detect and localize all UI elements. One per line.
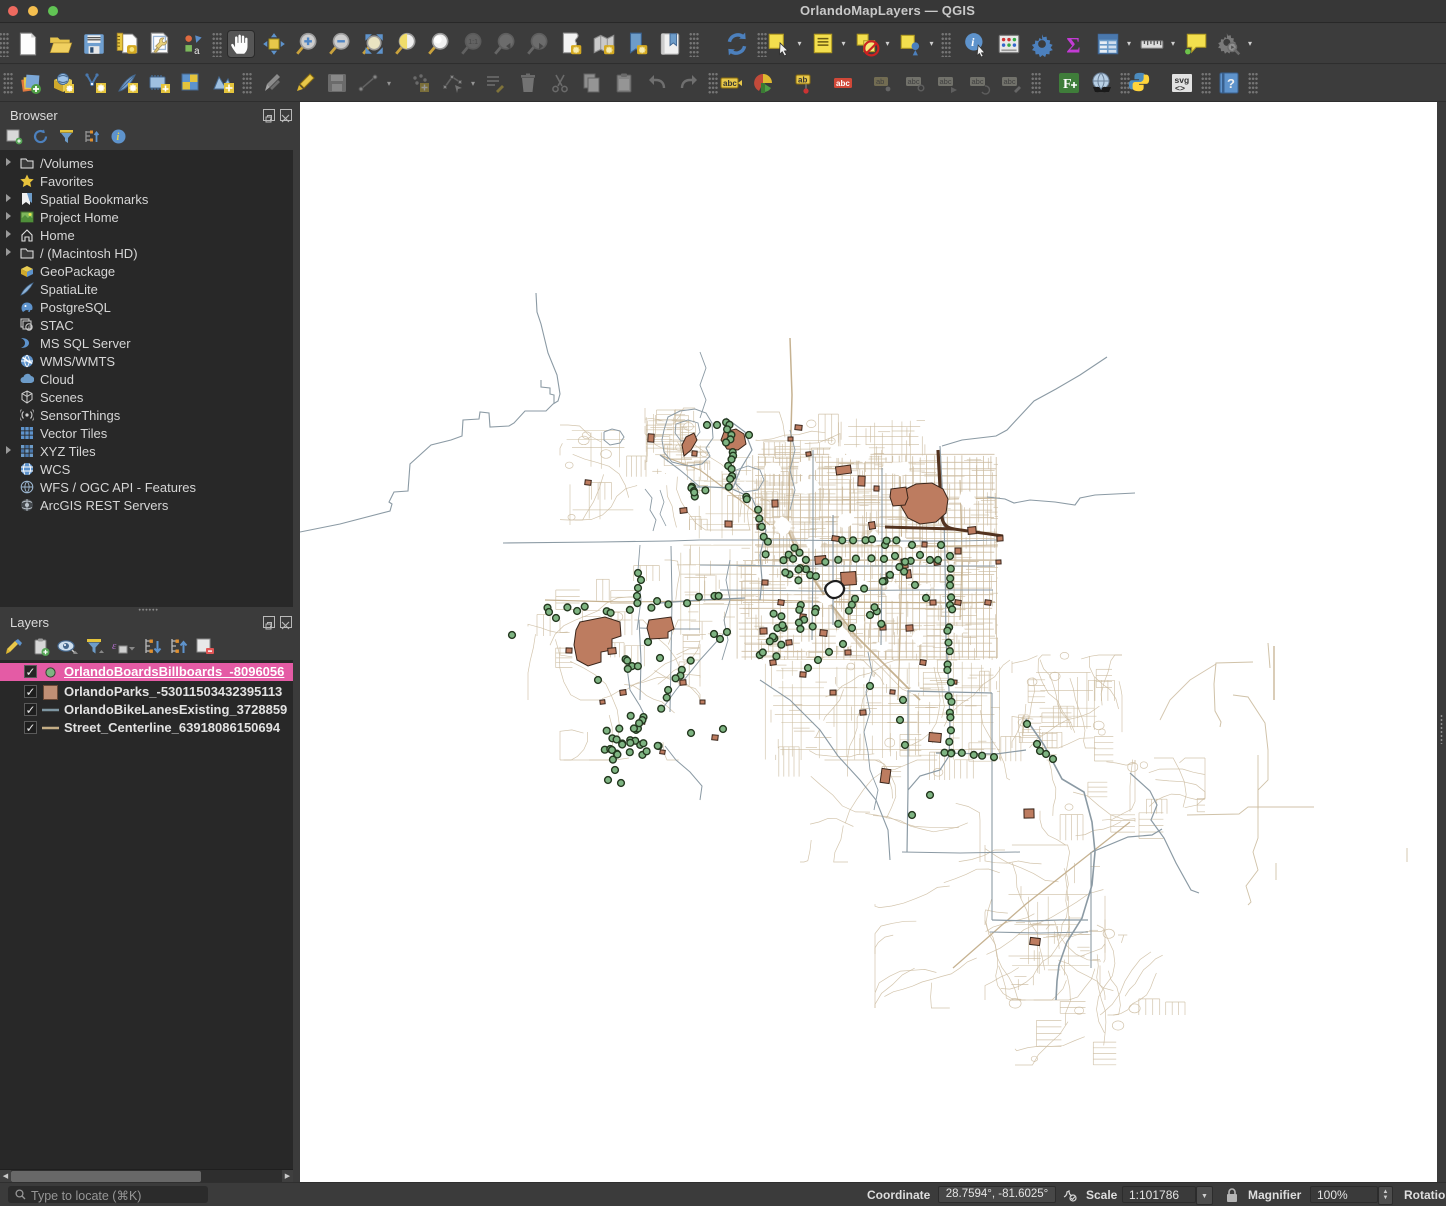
svg-text:ab: ab <box>798 76 807 85</box>
svg-text:abc: abc <box>1004 77 1016 86</box>
svg-text:ab: ab <box>876 77 884 86</box>
svg-text:?: ? <box>1227 76 1235 91</box>
svg-text:abc: abc <box>836 79 850 88</box>
svg-text:abc: abc <box>972 77 984 86</box>
svg-text:Σ: Σ <box>1066 33 1080 56</box>
svg-text:abc: abc <box>908 77 920 86</box>
svg-text:ε: ε <box>112 640 117 652</box>
svg-text:abc: abc <box>723 79 737 88</box>
svg-text:F: F <box>1063 77 1072 92</box>
svg-text:abc: abc <box>940 77 952 86</box>
svg-text:@: @ <box>28 325 33 330</box>
svg-text:i: i <box>117 132 120 143</box>
svg-text:<>: <> <box>1175 83 1185 93</box>
svg-text:1:1: 1:1 <box>468 39 478 46</box>
svg-text:a: a <box>194 45 200 56</box>
